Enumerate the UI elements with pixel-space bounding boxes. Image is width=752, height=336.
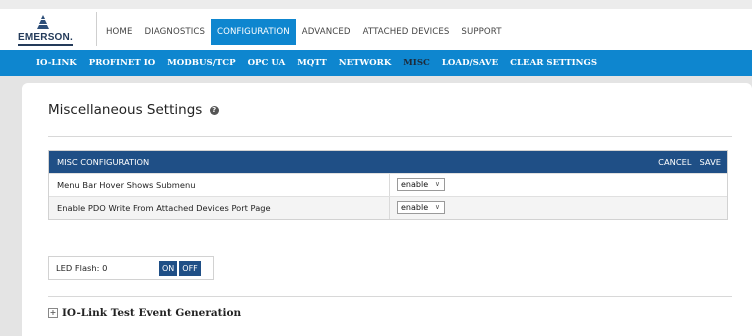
led-flash-control: LED Flash: 0 ON OFF — [48, 256, 214, 280]
menu-hover-select[interactable]: enable ∨ — [397, 178, 445, 191]
config-sub-nav: IO-LINK PROFINET IO MODBUS/TCP OPC UA MQ… — [0, 50, 752, 76]
title-divider — [48, 136, 732, 137]
sub-nav-clear-settings[interactable]: CLEAR SETTINGS — [510, 50, 597, 76]
top-nav-configuration[interactable]: CONFIGURATION — [211, 19, 296, 45]
top-nav-advanced[interactable]: ADVANCED — [296, 19, 357, 45]
content-panel: Miscellaneous Settings ? MISC CONFIGURAT… — [22, 83, 752, 336]
sub-nav-opc-ua[interactable]: OPC UA — [248, 50, 286, 76]
sub-nav-modbus-tcp[interactable]: MODBUS/TCP — [167, 50, 235, 76]
save-button[interactable]: SAVE — [700, 151, 721, 173]
top-nav-diagnostics[interactable]: DIAGNOSTICS — [138, 19, 211, 45]
sub-nav-load-save[interactable]: LOAD/SAVE — [442, 50, 498, 76]
top-nav-home[interactable]: HOME — [100, 19, 138, 45]
sub-nav-network[interactable]: NETWORK — [339, 50, 392, 76]
page-title: Miscellaneous Settings ? — [48, 102, 219, 118]
column-divider — [389, 174, 390, 196]
led-off-button[interactable]: OFF — [179, 261, 201, 276]
emerson-logo-mark-icon — [37, 15, 49, 29]
emerson-logo[interactable]: EMERSON. — [14, 13, 84, 51]
top-nav-attached-devices[interactable]: ATTACHED DEVICES — [357, 19, 456, 45]
select-value: enable — [401, 203, 429, 212]
table-row: Enable PDO Write From Attached Devices P… — [49, 196, 727, 219]
led-on-button[interactable]: ON — [159, 261, 178, 276]
select-value: enable — [401, 180, 429, 189]
io-link-test-event-section-toggle[interactable]: + IO-Link Test Event Generation — [48, 307, 241, 319]
top-nav-support[interactable]: SUPPORT — [455, 19, 507, 45]
misc-table-title: MISC CONFIGURATION — [57, 157, 150, 167]
brand-name: EMERSON. — [18, 32, 73, 46]
sub-nav-profinet-io[interactable]: PROFINET IO — [89, 50, 156, 76]
setting-label: Enable PDO Write From Attached Devices P… — [57, 203, 271, 213]
chevron-down-icon: ∨ — [434, 203, 440, 211]
top-header-bar: EMERSON. HOME DIAGNOSTICS CONFIGURATION … — [0, 0, 752, 50]
sub-nav-mqtt[interactable]: MQTT — [297, 50, 326, 76]
help-icon[interactable]: ? — [209, 105, 219, 115]
top-nav: HOME DIAGNOSTICS CONFIGURATION ADVANCED … — [100, 19, 508, 45]
section-title: IO-Link Test Event Generation — [62, 307, 242, 319]
pdo-write-select[interactable]: enable ∨ — [397, 201, 445, 214]
expand-plus-icon: + — [48, 308, 58, 318]
header-divider — [96, 12, 97, 46]
sub-nav-misc[interactable]: MISC — [403, 50, 430, 76]
chevron-down-icon: ∨ — [434, 180, 440, 188]
cancel-button[interactable]: CANCEL — [658, 151, 691, 173]
table-row: Menu Bar Hover Shows Submenu enable ∨ — [49, 173, 727, 196]
sub-nav-io-link[interactable]: IO-LINK — [36, 50, 77, 76]
led-flash-label: LED Flash: 0 — [56, 263, 108, 273]
setting-label: Menu Bar Hover Shows Submenu — [57, 180, 196, 190]
section-divider — [48, 296, 732, 297]
column-divider — [389, 197, 390, 219]
misc-configuration-table: MISC CONFIGURATION CANCEL SAVE Menu Bar … — [48, 150, 728, 220]
page-title-text: Miscellaneous Settings — [48, 102, 203, 118]
misc-table-header: MISC CONFIGURATION CANCEL SAVE — [49, 151, 727, 173]
